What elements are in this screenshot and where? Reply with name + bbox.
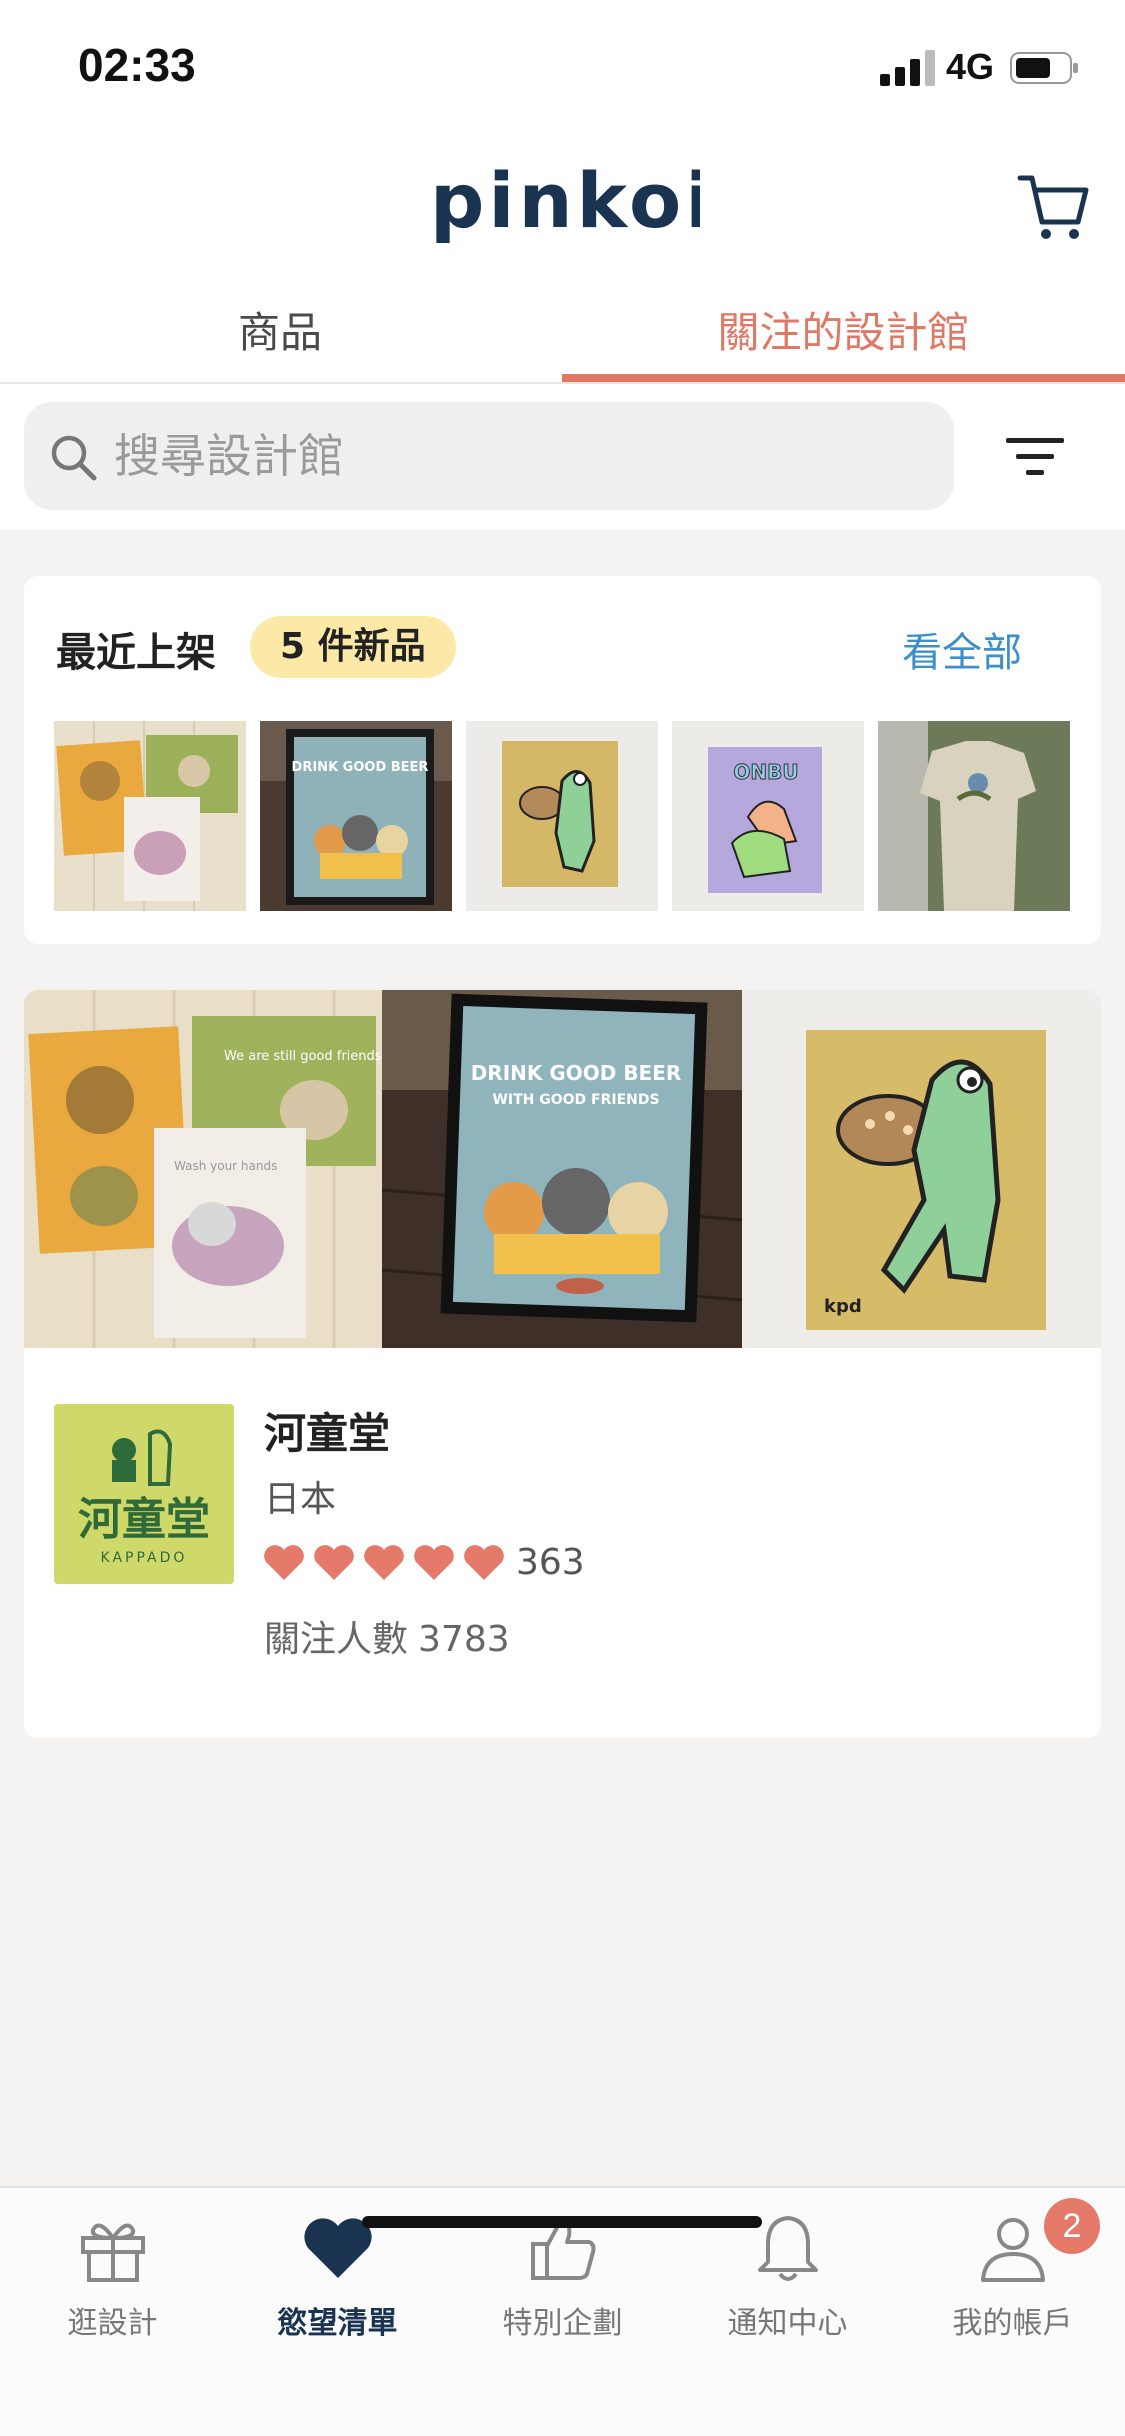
- new-items-badge: 5 件新品: [250, 616, 456, 678]
- pinkoi-logo[interactable]: pinkoi: [430, 165, 700, 255]
- svg-text:Wash your hands: Wash your hands: [174, 1159, 277, 1173]
- network-type: 4G: [946, 46, 995, 87]
- shop-name[interactable]: 河童堂: [264, 1400, 390, 1461]
- shop-logo[interactable]: 河童堂 KAPPADO: [54, 1404, 234, 1584]
- nav-item-browse[interactable]: 逛設計: [0, 2210, 225, 2341]
- home-indicator[interactable]: [362, 2216, 762, 2228]
- see-all-link[interactable]: 看全部: [902, 620, 1022, 678]
- heart-icon: [464, 1545, 504, 1580]
- account-notification-badge: 2: [1044, 2198, 1100, 2254]
- product-thumbnail[interactable]: [466, 721, 658, 911]
- battery-icon: [1010, 52, 1078, 84]
- nav-item-features[interactable]: 特別企劃: [450, 2210, 675, 2341]
- svg-text:kpd: kpd: [824, 1296, 862, 1317]
- new-arrivals-title: 最近上架: [56, 630, 216, 676]
- status-bar: 02:33 4G: [0, 0, 1125, 130]
- tab-followed-shops[interactable]: 關注的設計館: [562, 298, 1125, 368]
- followers-info: 關注人數 3783: [264, 1610, 510, 1662]
- new-arrivals-card: 最近上架 5 件新品 看全部 DRINK GOOD BEER ONBU: [24, 576, 1101, 944]
- product-thumbnail[interactable]: DRINK GOOD BEER: [260, 721, 452, 911]
- svg-text:KAPPADO: KAPPADO: [101, 1550, 188, 1566]
- cart-icon[interactable]: [1016, 170, 1090, 244]
- search-icon: [51, 435, 97, 481]
- search-area: [0, 384, 1125, 530]
- product-thumbnail[interactable]: [54, 721, 246, 911]
- nav-label: 逛設計: [67, 2306, 158, 2341]
- tab-products[interactable]: 商品: [0, 298, 560, 368]
- search-input[interactable]: [114, 426, 914, 486]
- banner-image: DRINK GOOD BEER WITH GOOD FRIENDS: [381, 990, 743, 1348]
- nav-label: 特別企劃: [502, 2306, 623, 2341]
- filter-icon[interactable]: [1000, 432, 1070, 482]
- banner-image: kpd: [742, 990, 1101, 1348]
- active-tab-indicator: [562, 374, 1125, 382]
- signal-icon: [880, 50, 935, 86]
- svg-text:ONBU: ONBU: [733, 760, 798, 784]
- gift-icon: [80, 2223, 145, 2282]
- nav-label: 我的帳戶: [952, 2306, 1073, 2341]
- heart-icon: [364, 1545, 404, 1580]
- shop-country: 日本: [264, 1479, 337, 1520]
- product-thumbnail[interactable]: ONBU: [672, 721, 864, 911]
- search-box[interactable]: [24, 402, 954, 510]
- shop-banner[interactable]: We are still good friends Wash your hand…: [24, 990, 1101, 1348]
- rating-hearts: [264, 1545, 504, 1580]
- heart-icon: [314, 1545, 354, 1580]
- user-icon: [980, 2218, 1045, 2282]
- followers-count: 3783: [418, 1619, 510, 1660]
- nav-item-wishlist[interactable]: 慾望清單: [225, 2210, 450, 2341]
- banner-image: We are still good friends Wash your hand…: [24, 990, 382, 1348]
- nav-item-notifications[interactable]: 通知中心: [675, 2210, 900, 2341]
- status-time: 02:33: [78, 39, 196, 91]
- nav-label: 慾望清單: [277, 2306, 398, 2341]
- nav-label: 通知中心: [727, 2306, 848, 2341]
- tab-bar: 商品 關注的設計館: [0, 280, 1125, 384]
- heart-icon: [414, 1545, 454, 1580]
- svg-text:DRINK GOOD BEER: DRINK GOOD BEER: [292, 760, 429, 775]
- rating-count: 363: [516, 1542, 585, 1583]
- svg-text:DRINK GOOD BEER: DRINK GOOD BEER: [471, 1061, 682, 1085]
- product-thumbnail[interactable]: [878, 721, 1070, 911]
- svg-text:河童堂: 河童堂: [78, 1494, 210, 1545]
- svg-text:We are still good friends: We are still good friends: [224, 1049, 382, 1064]
- followers-label: 關注人數: [264, 1619, 409, 1660]
- new-arrivals-thumbnails: DRINK GOOD BEER ONBU: [54, 721, 1094, 911]
- shop-card[interactable]: We are still good friends Wash your hand…: [24, 990, 1101, 1738]
- heart-icon: [264, 1545, 304, 1580]
- svg-text:WITH GOOD FRIENDS: WITH GOOD FRIENDS: [492, 1092, 659, 1108]
- screen: 02:33 4G pinkoi 商品 關注的設計館 搜尋設計館 最近上架 5 件…: [0, 0, 1125, 2436]
- svg-text:pinkoi: pinkoi: [430, 165, 700, 245]
- app-header: pinkoi: [0, 130, 1125, 280]
